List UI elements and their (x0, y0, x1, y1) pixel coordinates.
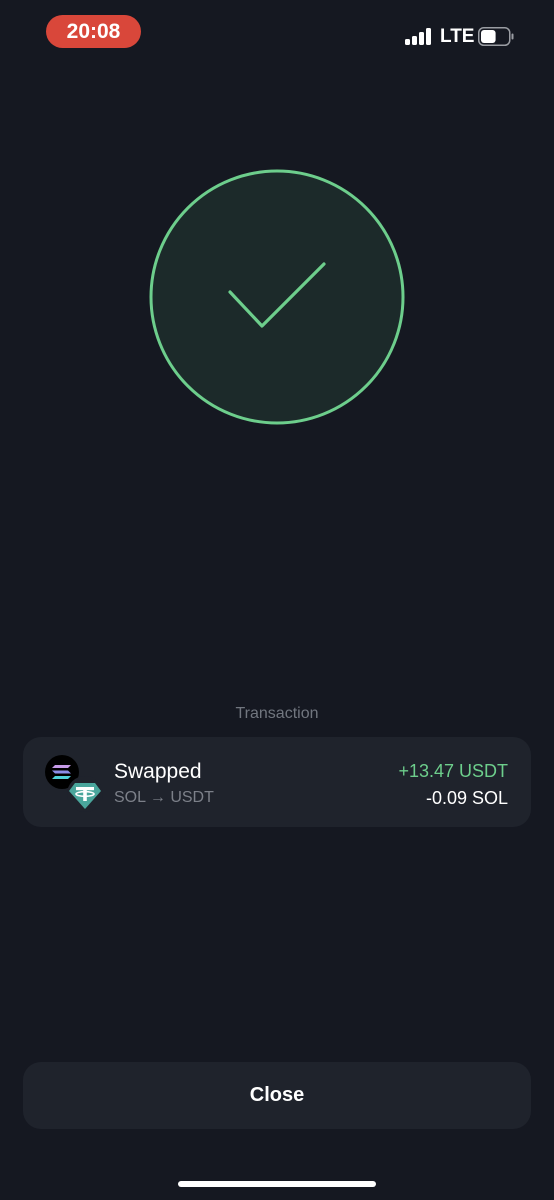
transaction-card[interactable]: Swapped SOL → USDT +13.47 USDT -0.09 SOL (23, 737, 531, 827)
home-indicator[interactable] (178, 1181, 376, 1187)
close-button[interactable]: Close (23, 1062, 531, 1129)
tether-icon (67, 776, 103, 812)
battery-icon (478, 27, 514, 46)
signal-icon (405, 27, 433, 45)
transaction-section-label: Transaction (235, 705, 319, 722)
transaction-title: Swapped (114, 760, 202, 783)
amount-received: +13.47 USDT (398, 761, 508, 781)
status-time[interactable]: 20:08 (46, 15, 141, 48)
transaction-pair: SOL → USDT (114, 789, 214, 806)
status-bar: 20:08 LTE (0, 0, 554, 66)
token-pair-icons (45, 755, 105, 813)
amount-sent: -0.09 SOL (425, 788, 508, 808)
network-label: LTE (440, 26, 475, 47)
success-checkmark-icon (149, 169, 405, 425)
